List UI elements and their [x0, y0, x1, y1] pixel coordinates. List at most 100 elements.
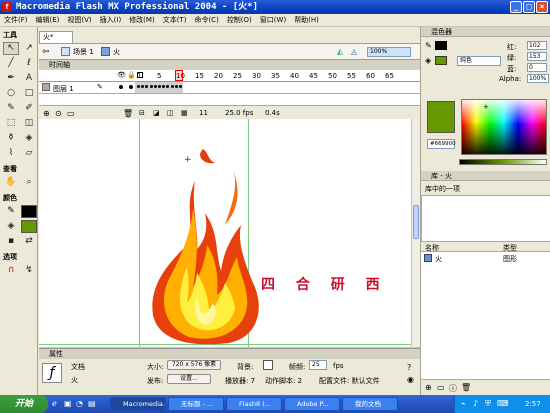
snap-magnet-icon[interactable]: ∩: [3, 264, 19, 277]
quicklaunch-folder-icon[interactable]: ▤: [88, 399, 96, 408]
accessibility-icon[interactable]: ◉: [407, 375, 414, 384]
eyedropper-tool-icon[interactable]: ⌇: [3, 147, 19, 160]
playhead[interactable]: [175, 70, 183, 81]
center-frame-icon[interactable]: ⊟: [139, 109, 145, 117]
keyframe[interactable]: [153, 85, 157, 88]
eye-icon[interactable]: 👁: [117, 71, 126, 79]
library-header[interactable]: 库 - 火: [421, 171, 550, 181]
vertical-scroll-thumb[interactable]: [413, 205, 419, 239]
swap-colors-icon[interactable]: ⇄: [21, 235, 37, 248]
mixer-stroke-swatch[interactable]: [435, 41, 447, 50]
menu-file[interactable]: 文件(F): [0, 15, 32, 25]
keyframe[interactable]: [179, 85, 182, 88]
fill-transform-tool-icon[interactable]: ◫: [21, 117, 37, 130]
red-glyphs[interactable]: 四 合 研 西: [261, 274, 388, 294]
keyframe[interactable]: [158, 85, 161, 88]
menu-insert[interactable]: 插入(I): [96, 15, 126, 25]
menu-control[interactable]: 控制(O): [223, 15, 256, 25]
paint-bucket-tool-icon[interactable]: ◈: [21, 132, 37, 145]
new-folder-icon[interactable]: ▭: [437, 383, 445, 392]
line-tool-icon[interactable]: ╱: [3, 57, 19, 70]
brush-tool-icon[interactable]: ✐: [21, 102, 37, 115]
stroke-color-icon[interactable]: ✎: [3, 205, 19, 218]
subselect-tool-icon[interactable]: ↗: [21, 42, 37, 55]
tray-network-icon[interactable]: ⌁: [461, 395, 466, 413]
symbol-name[interactable]: 火: [113, 47, 120, 57]
fill-type-select[interactable]: 纯色: [457, 56, 501, 66]
layer-visible-dot[interactable]: [119, 85, 123, 89]
help-icon[interactable]: ?: [407, 363, 411, 372]
frame-ruler[interactable]: 👁 🔒 1 5 10 15 20 25 30 35 40 45 50 55 60 65: [39, 70, 420, 82]
menu-window[interactable]: 窗口(W): [256, 15, 290, 25]
hex-field[interactable]: #669900: [427, 139, 456, 149]
color-spectrum[interactable]: [461, 99, 547, 155]
green-field[interactable]: 153: [527, 52, 547, 61]
document-tab[interactable]: 火*: [39, 31, 73, 43]
scene-name[interactable]: 场景 1: [73, 47, 94, 57]
properties-header[interactable]: 属性: [39, 349, 420, 359]
insert-folder-icon[interactable]: ▭: [67, 109, 75, 118]
arrow-tool-icon[interactable]: ↖: [3, 42, 19, 55]
library-delete-icon[interactable]: 🗑: [461, 383, 471, 392]
fill-color-icon[interactable]: ◈: [3, 220, 19, 233]
quicklaunch-ie-icon[interactable]: ℯ: [52, 399, 57, 408]
size-button[interactable]: 720 x 576 像素: [167, 360, 221, 370]
menu-text[interactable]: 文本(T): [159, 15, 191, 25]
menu-edit[interactable]: 编辑(E): [32, 15, 64, 25]
layer-name[interactable]: 图层 1: [53, 84, 74, 94]
task-my-documents[interactable]: 我的文档: [342, 397, 398, 411]
properties-icon[interactable]: ⓘ: [449, 383, 457, 394]
stroke-pencil-icon[interactable]: ✎: [425, 41, 432, 50]
maximize-button[interactable]: □: [523, 1, 535, 13]
edit-multiple-icon[interactable]: ▦: [181, 109, 188, 117]
edit-scene-icon[interactable]: ◭: [337, 47, 343, 56]
quicklaunch-media-icon[interactable]: ◔: [76, 399, 83, 408]
menu-commands[interactable]: 命令(C): [190, 15, 222, 25]
keyframe[interactable]: [149, 85, 153, 88]
free-transform-tool-icon[interactable]: ⬚: [3, 117, 19, 130]
fire-graphic[interactable]: [135, 147, 265, 347]
quicklaunch-desktop-icon[interactable]: ▣: [64, 399, 72, 408]
lasso-tool-icon[interactable]: ℓ: [21, 57, 37, 70]
onion-outline-icon[interactable]: ◫: [167, 109, 174, 117]
task-flash8[interactable]: Flash8 (...: [226, 397, 282, 411]
keyframe[interactable]: [137, 85, 140, 88]
menu-help[interactable]: 帮助(H): [290, 15, 323, 25]
smooth-icon[interactable]: ↯: [21, 264, 37, 277]
default-colors-icon[interactable]: ▪: [3, 235, 19, 248]
library-item-row[interactable]: 火 图形: [421, 252, 550, 264]
insert-layer-icon[interactable]: ⊕: [43, 109, 50, 118]
pen-tool-icon[interactable]: ✒: [3, 72, 19, 85]
delete-layer-icon[interactable]: 🗑: [123, 109, 133, 118]
new-symbol-icon[interactable]: ⊕: [425, 383, 432, 392]
tray-volume-icon[interactable]: ♪: [473, 395, 478, 413]
stage[interactable]: + 四 合 研 西: [39, 119, 411, 347]
task-untitled[interactable]: 无标题 - ...: [168, 397, 224, 411]
task-flash[interactable]: Macromedia...: [110, 397, 166, 411]
layer-lock-dot[interactable]: [129, 85, 133, 89]
onion-skin-icon[interactable]: ◪: [153, 109, 160, 117]
start-button[interactable]: 开始: [0, 395, 48, 413]
pencil-tool-icon[interactable]: ✎: [3, 102, 19, 115]
layer-row[interactable]: 图层 1 ✎: [39, 82, 420, 94]
hand-tool-icon[interactable]: ✋: [3, 176, 19, 189]
task-adobe[interactable]: Adobe P...: [284, 397, 340, 411]
background-swatch[interactable]: [263, 360, 273, 370]
tray-ime-icon[interactable]: ⌨: [497, 395, 509, 413]
mixer-fill-swatch[interactable]: [435, 56, 447, 65]
text-tool-icon[interactable]: A: [21, 72, 37, 85]
fps-field[interactable]: 25: [309, 360, 327, 370]
red-field[interactable]: 102: [527, 41, 547, 50]
ink-bottle-tool-icon[interactable]: ⚱: [3, 132, 19, 145]
lock-icon[interactable]: 🔒: [127, 71, 136, 79]
edit-symbol-icon[interactable]: ◬: [351, 47, 357, 56]
rectangle-tool-icon[interactable]: □: [21, 87, 37, 100]
menu-modify[interactable]: 修改(M): [125, 15, 159, 25]
oval-tool-icon[interactable]: ○: [3, 87, 19, 100]
settings-button[interactable]: 设置...: [167, 374, 211, 384]
color-mixer-header[interactable]: 混色器: [421, 27, 550, 37]
keyframe[interactable]: [174, 85, 178, 88]
minimize-button[interactable]: _: [510, 1, 522, 13]
zoom-tool-icon[interactable]: ⌕: [21, 176, 37, 189]
stroke-swatch[interactable]: [21, 205, 37, 218]
